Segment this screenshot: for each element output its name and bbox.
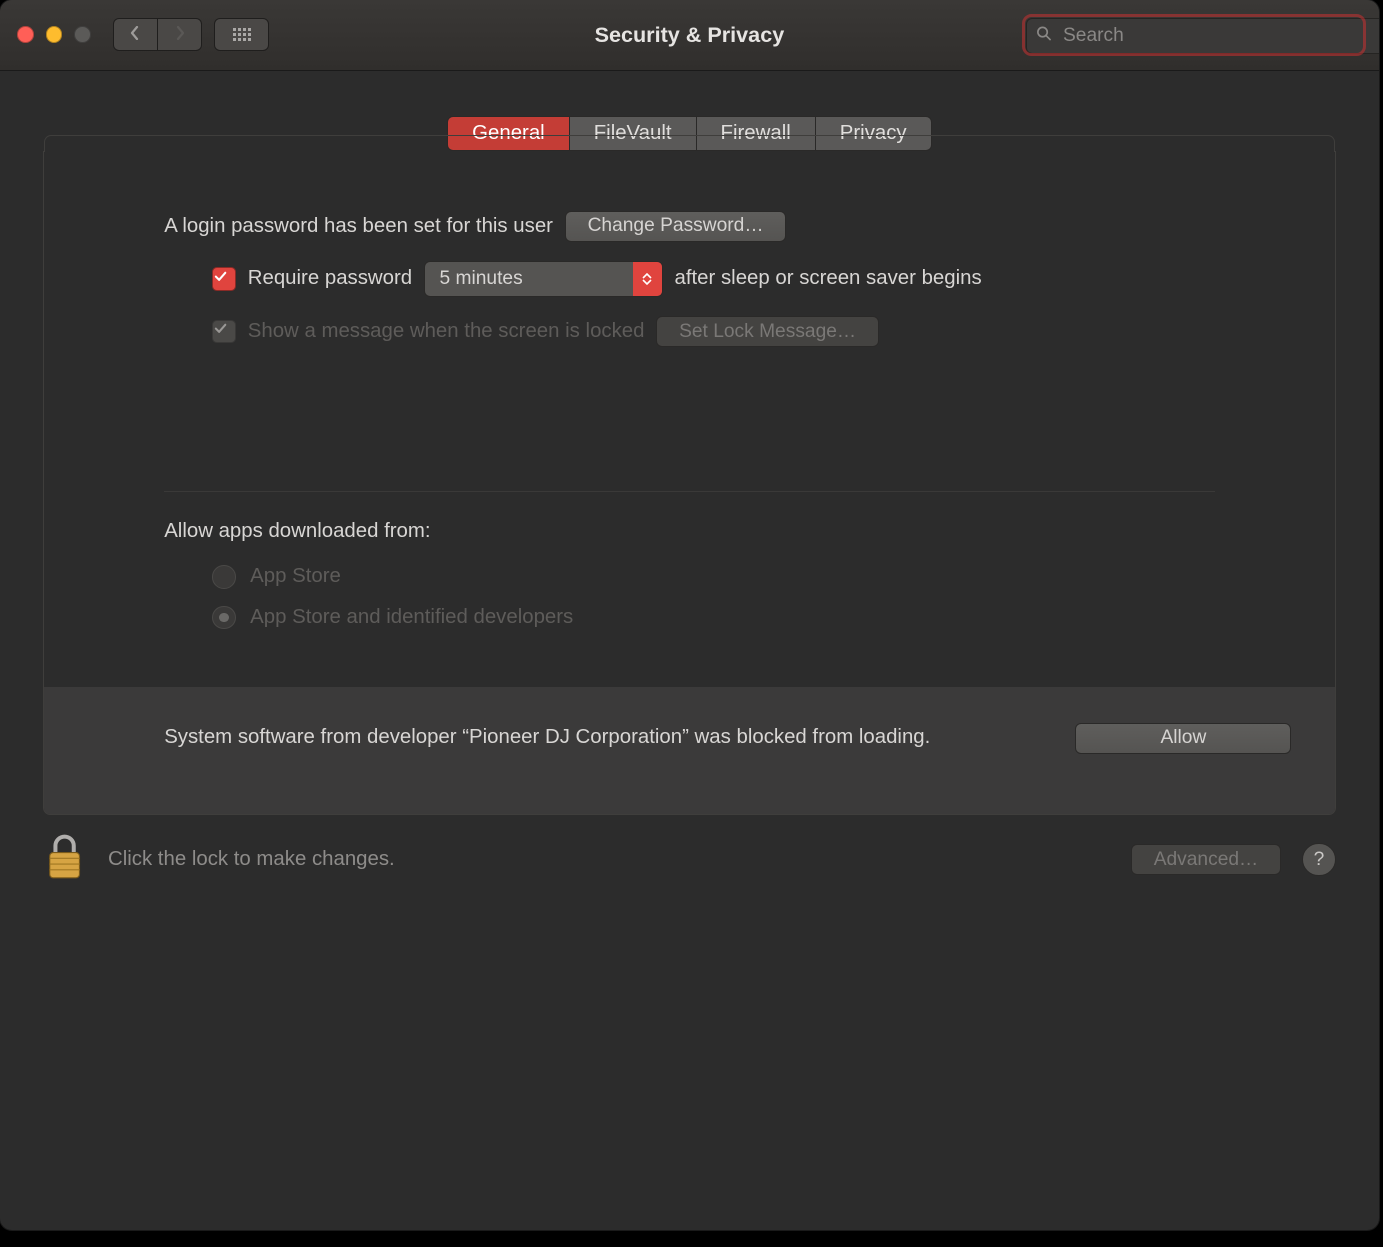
search-icon [1036, 24, 1051, 45]
help-label: ? [1314, 849, 1325, 871]
chevron-left-icon [129, 23, 141, 46]
search-input[interactable] [1026, 18, 1379, 54]
forward-button[interactable] [158, 18, 202, 51]
require-password-delay-select[interactable]: 5 minutes [424, 261, 662, 297]
allow-apps-appstore-label: App Store [250, 565, 341, 588]
login-password-text: A login password has been set for this u… [164, 215, 553, 238]
show-lock-message-label: Show a message when the screen is locked [248, 320, 645, 343]
updown-stepper-icon [633, 262, 662, 296]
search-field-wrap [1026, 18, 1362, 52]
blocked-software-text: System software from developer “Pioneer … [164, 723, 1027, 753]
require-password-delay-value: 5 minutes [440, 268, 523, 290]
zoom-window-button[interactable] [74, 26, 91, 43]
section-divider [164, 491, 1214, 492]
minimize-window-button[interactable] [46, 26, 63, 43]
require-password-checkbox[interactable] [212, 267, 236, 291]
lock-icon[interactable] [43, 832, 86, 888]
preferences-window: Security & Privacy General FileVault Fir… [0, 0, 1379, 1230]
window-controls [17, 26, 91, 43]
back-button[interactable] [113, 18, 158, 51]
allow-apps-appstore-radio [212, 565, 236, 589]
allow-apps-heading: Allow apps downloaded from: [164, 520, 1214, 543]
allow-button[interactable]: Allow [1075, 723, 1291, 754]
require-password-label: Require password [248, 267, 412, 290]
set-lock-message-button: Set Lock Message… [656, 316, 878, 347]
advanced-button[interactable]: Advanced… [1131, 844, 1281, 875]
help-button[interactable]: ? [1302, 843, 1335, 876]
close-window-button[interactable] [17, 26, 34, 43]
grid-icon [233, 28, 251, 41]
nav-group [113, 18, 202, 51]
require-password-suffix: after sleep or screen saver begins [675, 267, 982, 290]
panel-border [44, 135, 1334, 152]
password-section: A login password has been set for this u… [44, 168, 1334, 658]
change-password-button[interactable]: Change Password… [565, 211, 786, 242]
lock-hint-text: Click the lock to make changes. [108, 848, 395, 871]
checkmark-icon [213, 321, 235, 341]
allow-apps-identified-radio [212, 606, 236, 630]
show-lock-message-checkbox [212, 320, 236, 344]
toolbar: Security & Privacy [0, 0, 1379, 71]
footer: Click the lock to make changes. Advanced… [0, 815, 1379, 912]
chevron-right-icon [174, 23, 186, 46]
blocked-software-notice: System software from developer “Pioneer … [44, 687, 1334, 814]
show-all-button[interactable] [214, 18, 269, 51]
general-panel: A login password has been set for this u… [43, 151, 1335, 815]
checkmark-icon [213, 269, 235, 289]
allow-apps-identified-label: App Store and identified developers [250, 606, 573, 629]
